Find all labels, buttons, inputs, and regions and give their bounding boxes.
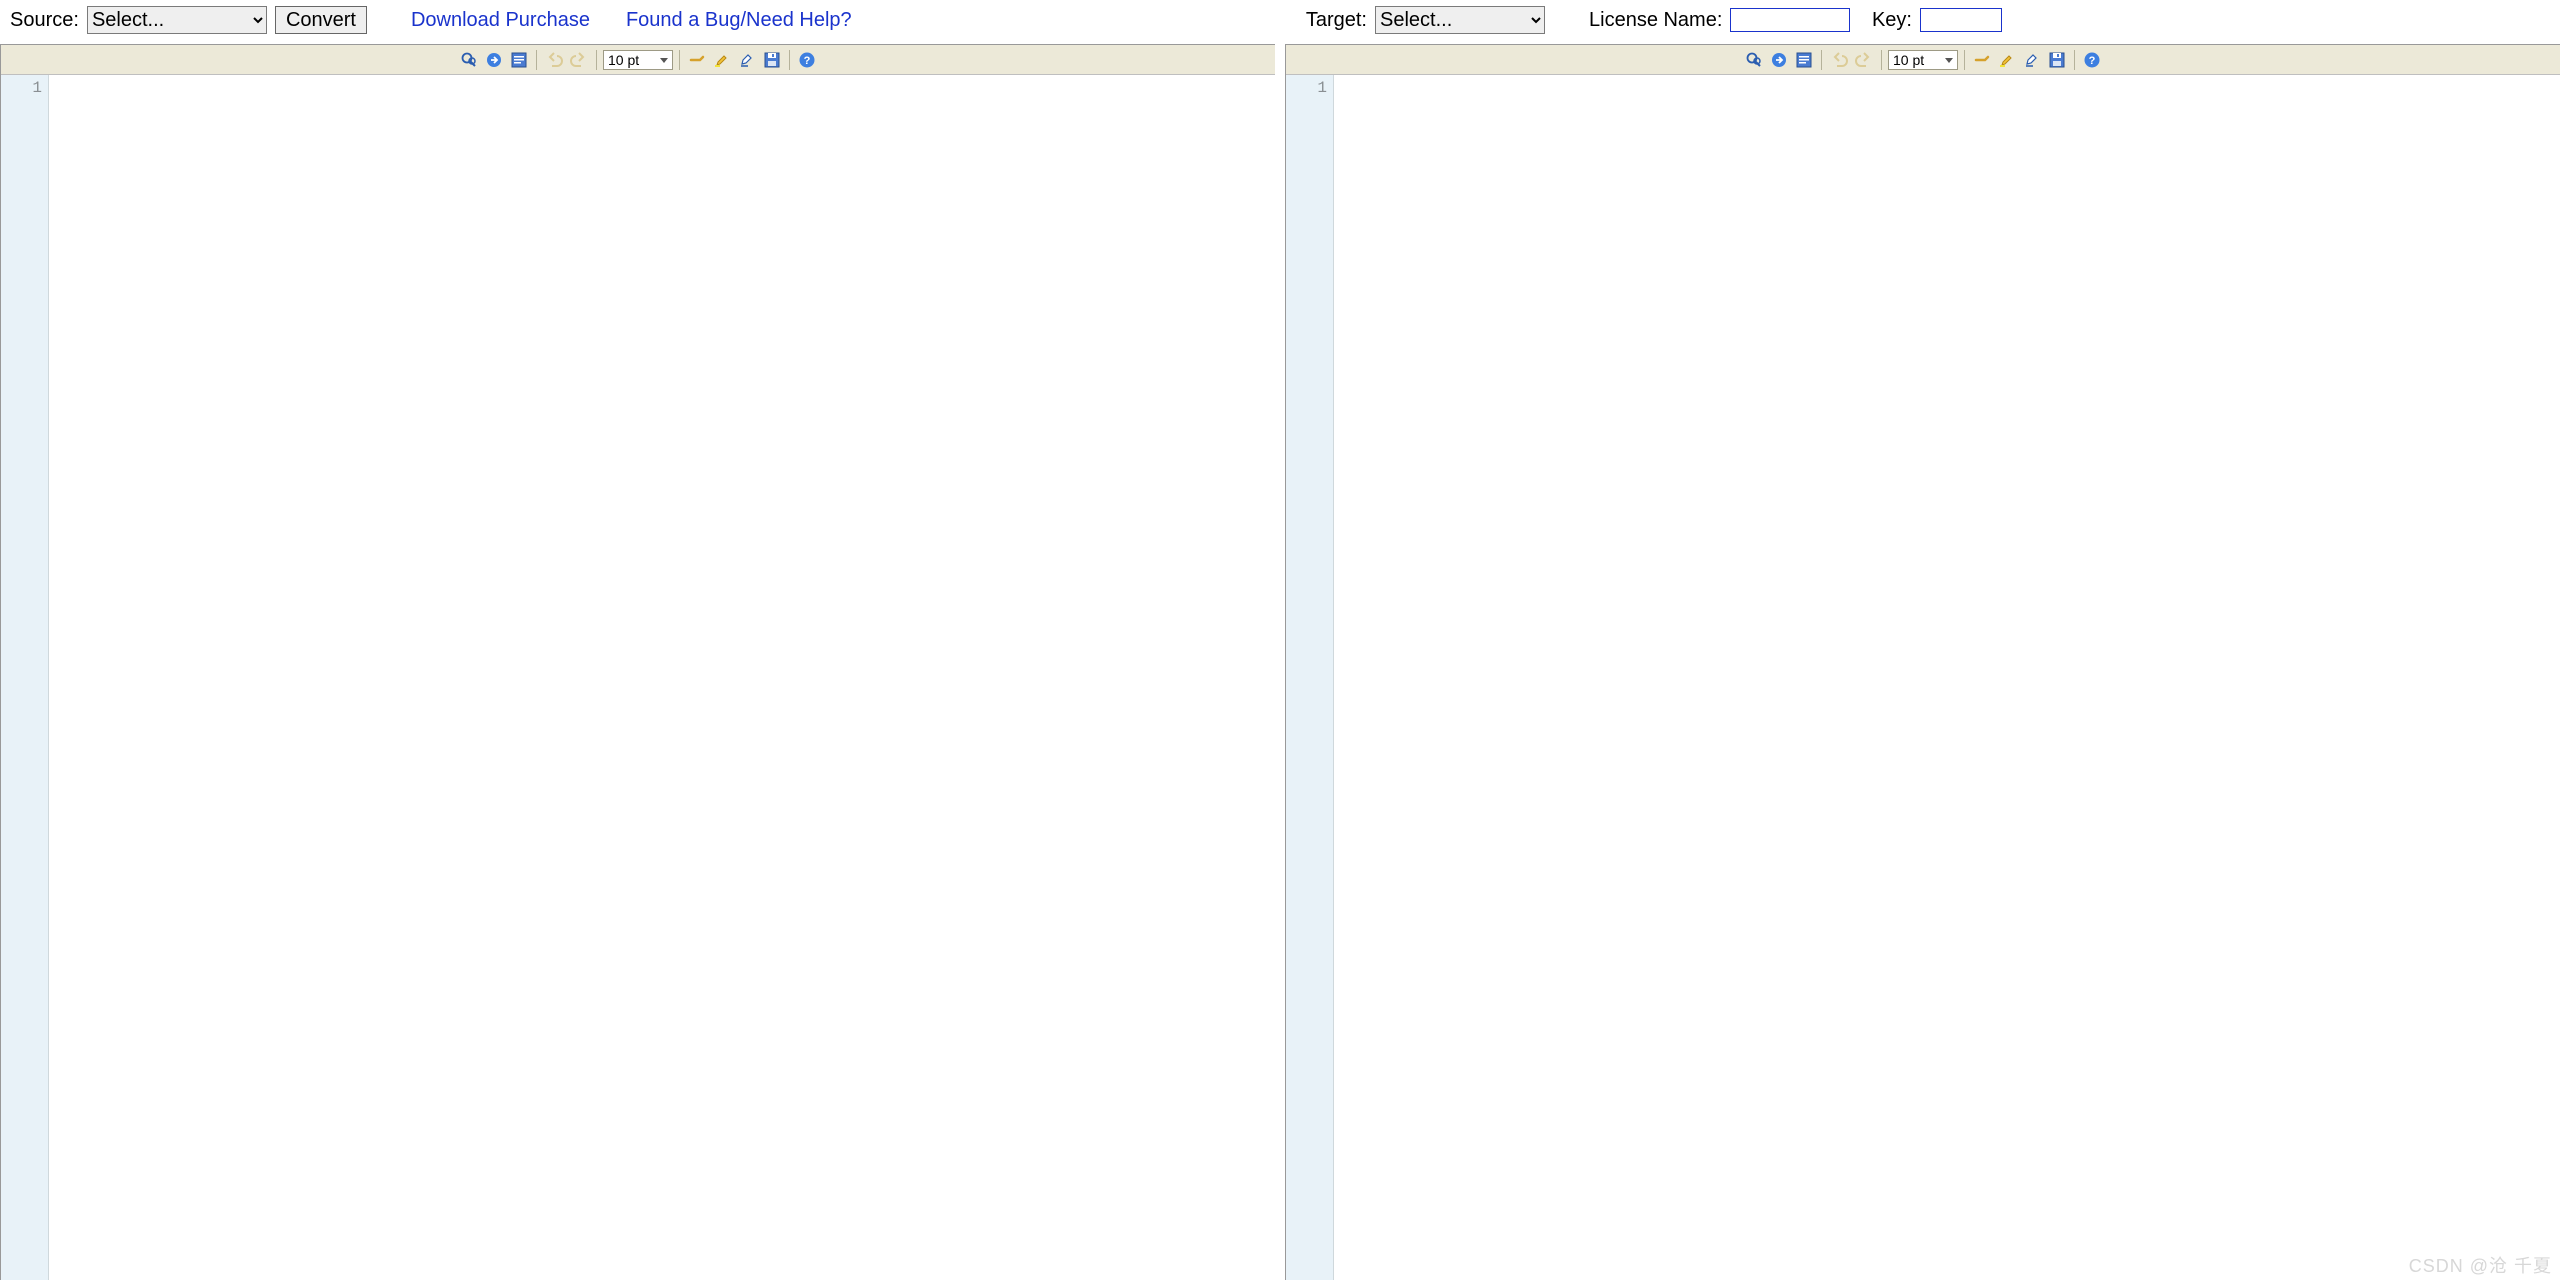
target-code-area[interactable] [1334,75,2560,1280]
download-purchase-link[interactable]: Download Purchase [411,9,590,32]
toolbar-separator [1964,50,1965,70]
source-pane: 10 pt ? 1 [0,44,1275,1280]
target-gutter: 1 [1286,75,1334,1280]
font-size-dropdown[interactable]: 10 pt [603,50,673,70]
source-label: Source: [10,9,79,32]
redo-icon[interactable] [1853,49,1875,71]
key-input[interactable] [1920,8,2002,32]
toolbar-separator [789,50,790,70]
clear-icon[interactable] [736,49,758,71]
watermark: CSDN @沧 千夏 [2409,1252,2552,1278]
save-icon[interactable] [761,49,783,71]
toolbar-separator [2074,50,2075,70]
toolbar-separator [1821,50,1822,70]
find-icon[interactable] [1743,49,1765,71]
help-icon[interactable]: ? [2081,49,2103,71]
editor-panes: 10 pt ? 1 [0,44,2560,1280]
toolbar-separator [679,50,680,70]
toolbar-separator [596,50,597,70]
highlight-icon[interactable] [1996,49,2018,71]
help-icon[interactable]: ? [796,49,818,71]
svg-text:?: ? [2089,55,2096,67]
select-all-icon[interactable] [508,49,530,71]
license-name-input[interactable] [1730,8,1850,32]
highlight-line-icon[interactable] [686,49,708,71]
target-pane: 10 pt ? 1 [1285,44,2560,1280]
convert-button[interactable]: Convert [275,6,367,34]
source-editor[interactable]: 1 [1,75,1275,1280]
toolbar-separator [1881,50,1882,70]
select-all-icon[interactable] [1793,49,1815,71]
line-number: 1 [32,79,42,97]
toolbar-separator [536,50,537,70]
undo-icon[interactable] [543,49,565,71]
target-editor[interactable]: 1 [1286,75,2560,1280]
source-code-area[interactable] [49,75,1275,1280]
goto-line-icon[interactable] [1768,49,1790,71]
source-toolbar: 10 pt ? [1,45,1275,75]
save-icon[interactable] [2046,49,2068,71]
highlight-icon[interactable] [711,49,733,71]
font-size-dropdown[interactable]: 10 pt [1888,50,1958,70]
highlight-line-icon[interactable] [1971,49,1993,71]
source-gutter: 1 [1,75,49,1280]
key-label: Key: [1872,9,1912,32]
goto-line-icon[interactable] [483,49,505,71]
target-select[interactable]: Select... [1375,6,1545,34]
find-icon[interactable] [458,49,480,71]
target-toolbar: 10 pt ? [1286,45,2560,75]
source-select[interactable]: Select... [87,6,267,34]
line-number: 1 [1317,79,1327,97]
redo-icon[interactable] [568,49,590,71]
svg-text:?: ? [804,55,811,67]
license-name-label: License Name: [1589,9,1722,32]
target-label: Target: [1306,9,1367,32]
top-bar: Source: Select... Convert Download Purch… [0,0,2560,44]
pane-divider[interactable] [1275,44,1285,1280]
found-bug-link[interactable]: Found a Bug/Need Help? [626,9,852,32]
undo-icon[interactable] [1828,49,1850,71]
clear-icon[interactable] [2021,49,2043,71]
